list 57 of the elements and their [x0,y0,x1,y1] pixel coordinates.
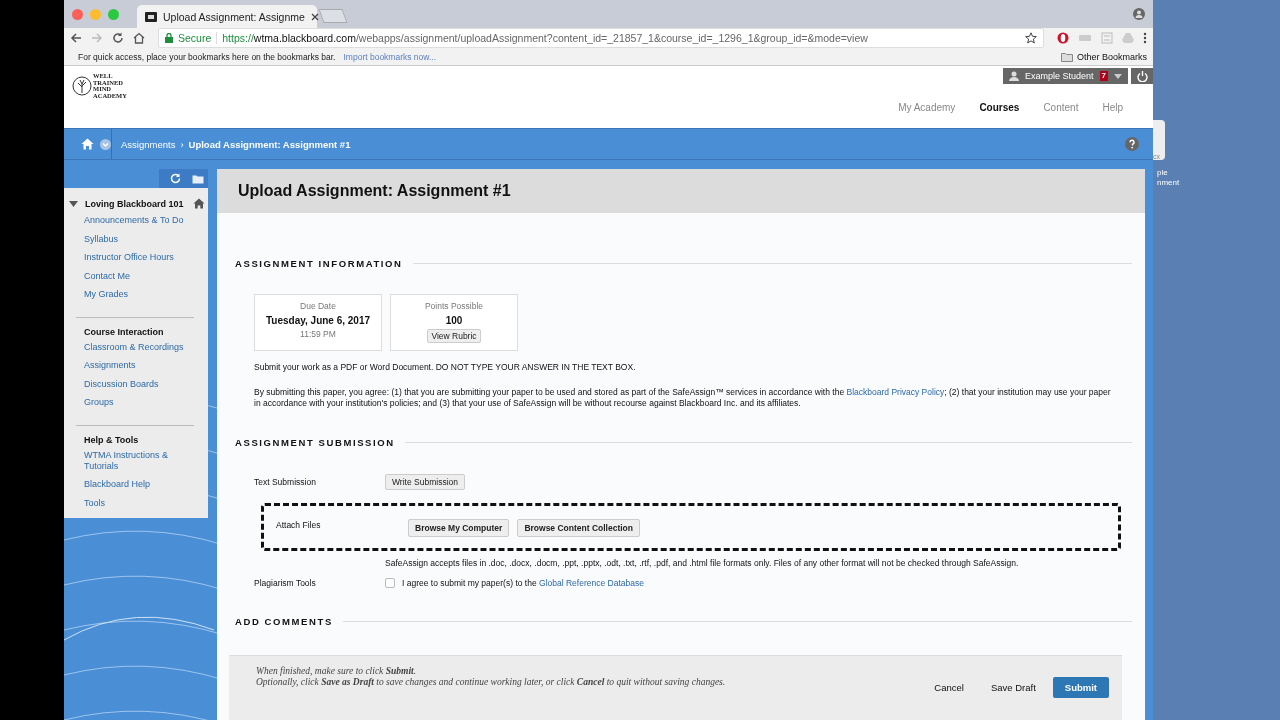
user-menu[interactable]: Example Student 7 [1003,68,1128,84]
sidebar-link[interactable]: Blackboard Help [84,479,194,490]
sidebar-link[interactable]: Assignments [84,360,194,371]
card-label: Points Possible [424,301,484,311]
section-heading: ASSIGNMENT INFORMATION [235,258,403,269]
sidebar-link[interactable]: Instructor Office Hours [84,252,208,263]
breadcrumb-link[interactable]: Assignments [121,138,176,150]
sidebar-link[interactable]: Announcements & To Do [84,215,208,226]
view-rubric-button[interactable]: View Rubric [427,329,481,343]
sidebar-link[interactable]: Discussion Boards [84,378,194,390]
submit-button[interactable]: Submit [1052,677,1109,698]
footer-button[interactable]: Cancel [924,677,974,698]
due-date: Tuesday, June 6, 2017 [265,315,371,326]
footer-hint: Optionally, click Save as Draft to save changes and continue working later, or click Cancel to quit without saving changes. [256,677,726,688]
agree-label: I agree to submit my paper(s) to the Global Reference Database [402,578,644,588]
desktop-icon-label[interactable]: nment [1157,178,1280,188]
agreement-text: By submitting this paper, you agree: (1) that you are submitting your paper to be used and stored as part of the SafeAssign™ services in accordance with the Blackboard Privacy Policy; (2) that your institution may use your paper in accordance with your institution's policies; and (3) that your use of SafeAssign will be without recourse against Blackboard Inc. and its affiliates. [254,387,1112,409]
page-title: Upload Assignment: Assignment #1 [238,182,511,200]
nav-tab[interactable]: My Academy [898,102,956,113]
nav-tab[interactable]: Courses [979,102,1020,113]
breadcrumb-separator: › [180,138,184,150]
sidebar-link[interactable]: Groups [84,397,194,408]
section-heading: ASSIGNMENT SUBMISSION [235,437,395,448]
sidebar-link[interactable]: Tools [84,497,194,509]
card-label: Due Date [300,301,336,311]
course-title[interactable]: Loving Blackboard 101 [85,198,186,209]
section-heading: Help & Tools [84,434,140,445]
footer-hint: When finished, make sure to click Submit. [256,666,418,677]
field-label: Attach Files [275,520,322,530]
breadcrumb-link[interactable]: Upload Assignment: Assignment #1 [188,138,351,150]
address-field[interactable]: Secure https://wtma.blackboard.com/webapps/assignment/uploadAssignment?content_id=_21857_1&course_id=_1296_1&group_id=&mode=view [158,28,1044,48]
points-value: 100 [445,315,463,326]
sidebar-link[interactable]: Contact Me [84,270,208,282]
write-submission-button[interactable]: Write Submission [385,474,465,490]
sidebar-link[interactable]: WTMA Instructions & Tutorials [84,449,194,472]
bookmarks-hint: For quick access, place your bookmarks here on the bookmarks bar. [78,51,336,62]
footer-button[interactable]: Save Draft [980,677,1046,698]
instruction-text: Submit your work as a PDF or Word Document. DO NOT TYPE YOUR ANSWER IN THE TEXT BOX. [254,362,637,372]
due-time: 11:59 PM [300,329,336,339]
global-reference-database-link[interactable]: Global Reference Database [539,578,644,588]
nav-tab[interactable]: Content [1043,102,1079,113]
import-bookmarks-link[interactable]: Import bookmarks now... [343,51,437,62]
nav-tab[interactable]: Help [1102,102,1123,113]
field-label: Text Submission [254,477,317,487]
notification-badge: 7 [1099,71,1108,81]
browser-tab[interactable]: Upload Assignment: Assignme [137,5,317,28]
section-heading: ADD COMMENTS [235,616,333,627]
sidebar-link[interactable]: Syllabus [84,233,208,245]
browse-button[interactable]: Browse My Computer [408,519,510,537]
desktop-icon-label[interactable]: ple [1157,168,1280,178]
sidebar-link[interactable]: My Grades [84,289,208,300]
file-formats-note: SafeAssign accepts files in .doc, .docx, .docm, .ppt, .pptx, .odt, .txt, .rtf, .pdf, and .html file formats only. Files of any other format will not be checked through SafeAssign. [385,558,1020,568]
section-heading: Course Interaction [84,326,165,337]
other-bookmarks[interactable]: Other Bookmarks [1076,51,1147,62]
sidebar-link[interactable]: Classroom & Recordings [84,341,194,353]
browse-button[interactable]: Browse Content Collection [517,519,640,537]
field-label: Plagiarism Tools [254,578,317,588]
